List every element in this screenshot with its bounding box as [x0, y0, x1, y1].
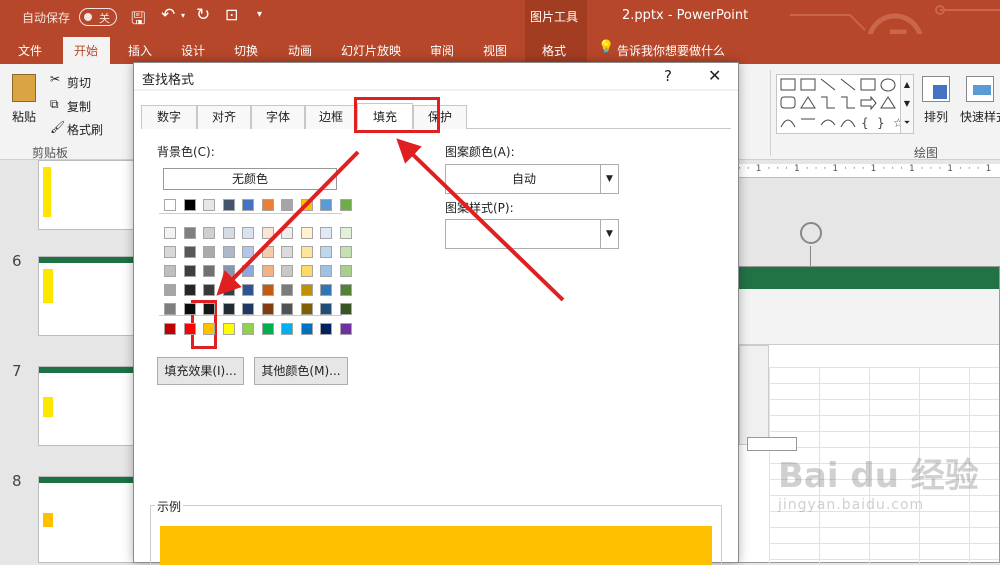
arrow-to-color [216, 150, 360, 296]
arrow-to-fill-tab [396, 138, 565, 302]
instruction-arrows [216, 138, 565, 302]
